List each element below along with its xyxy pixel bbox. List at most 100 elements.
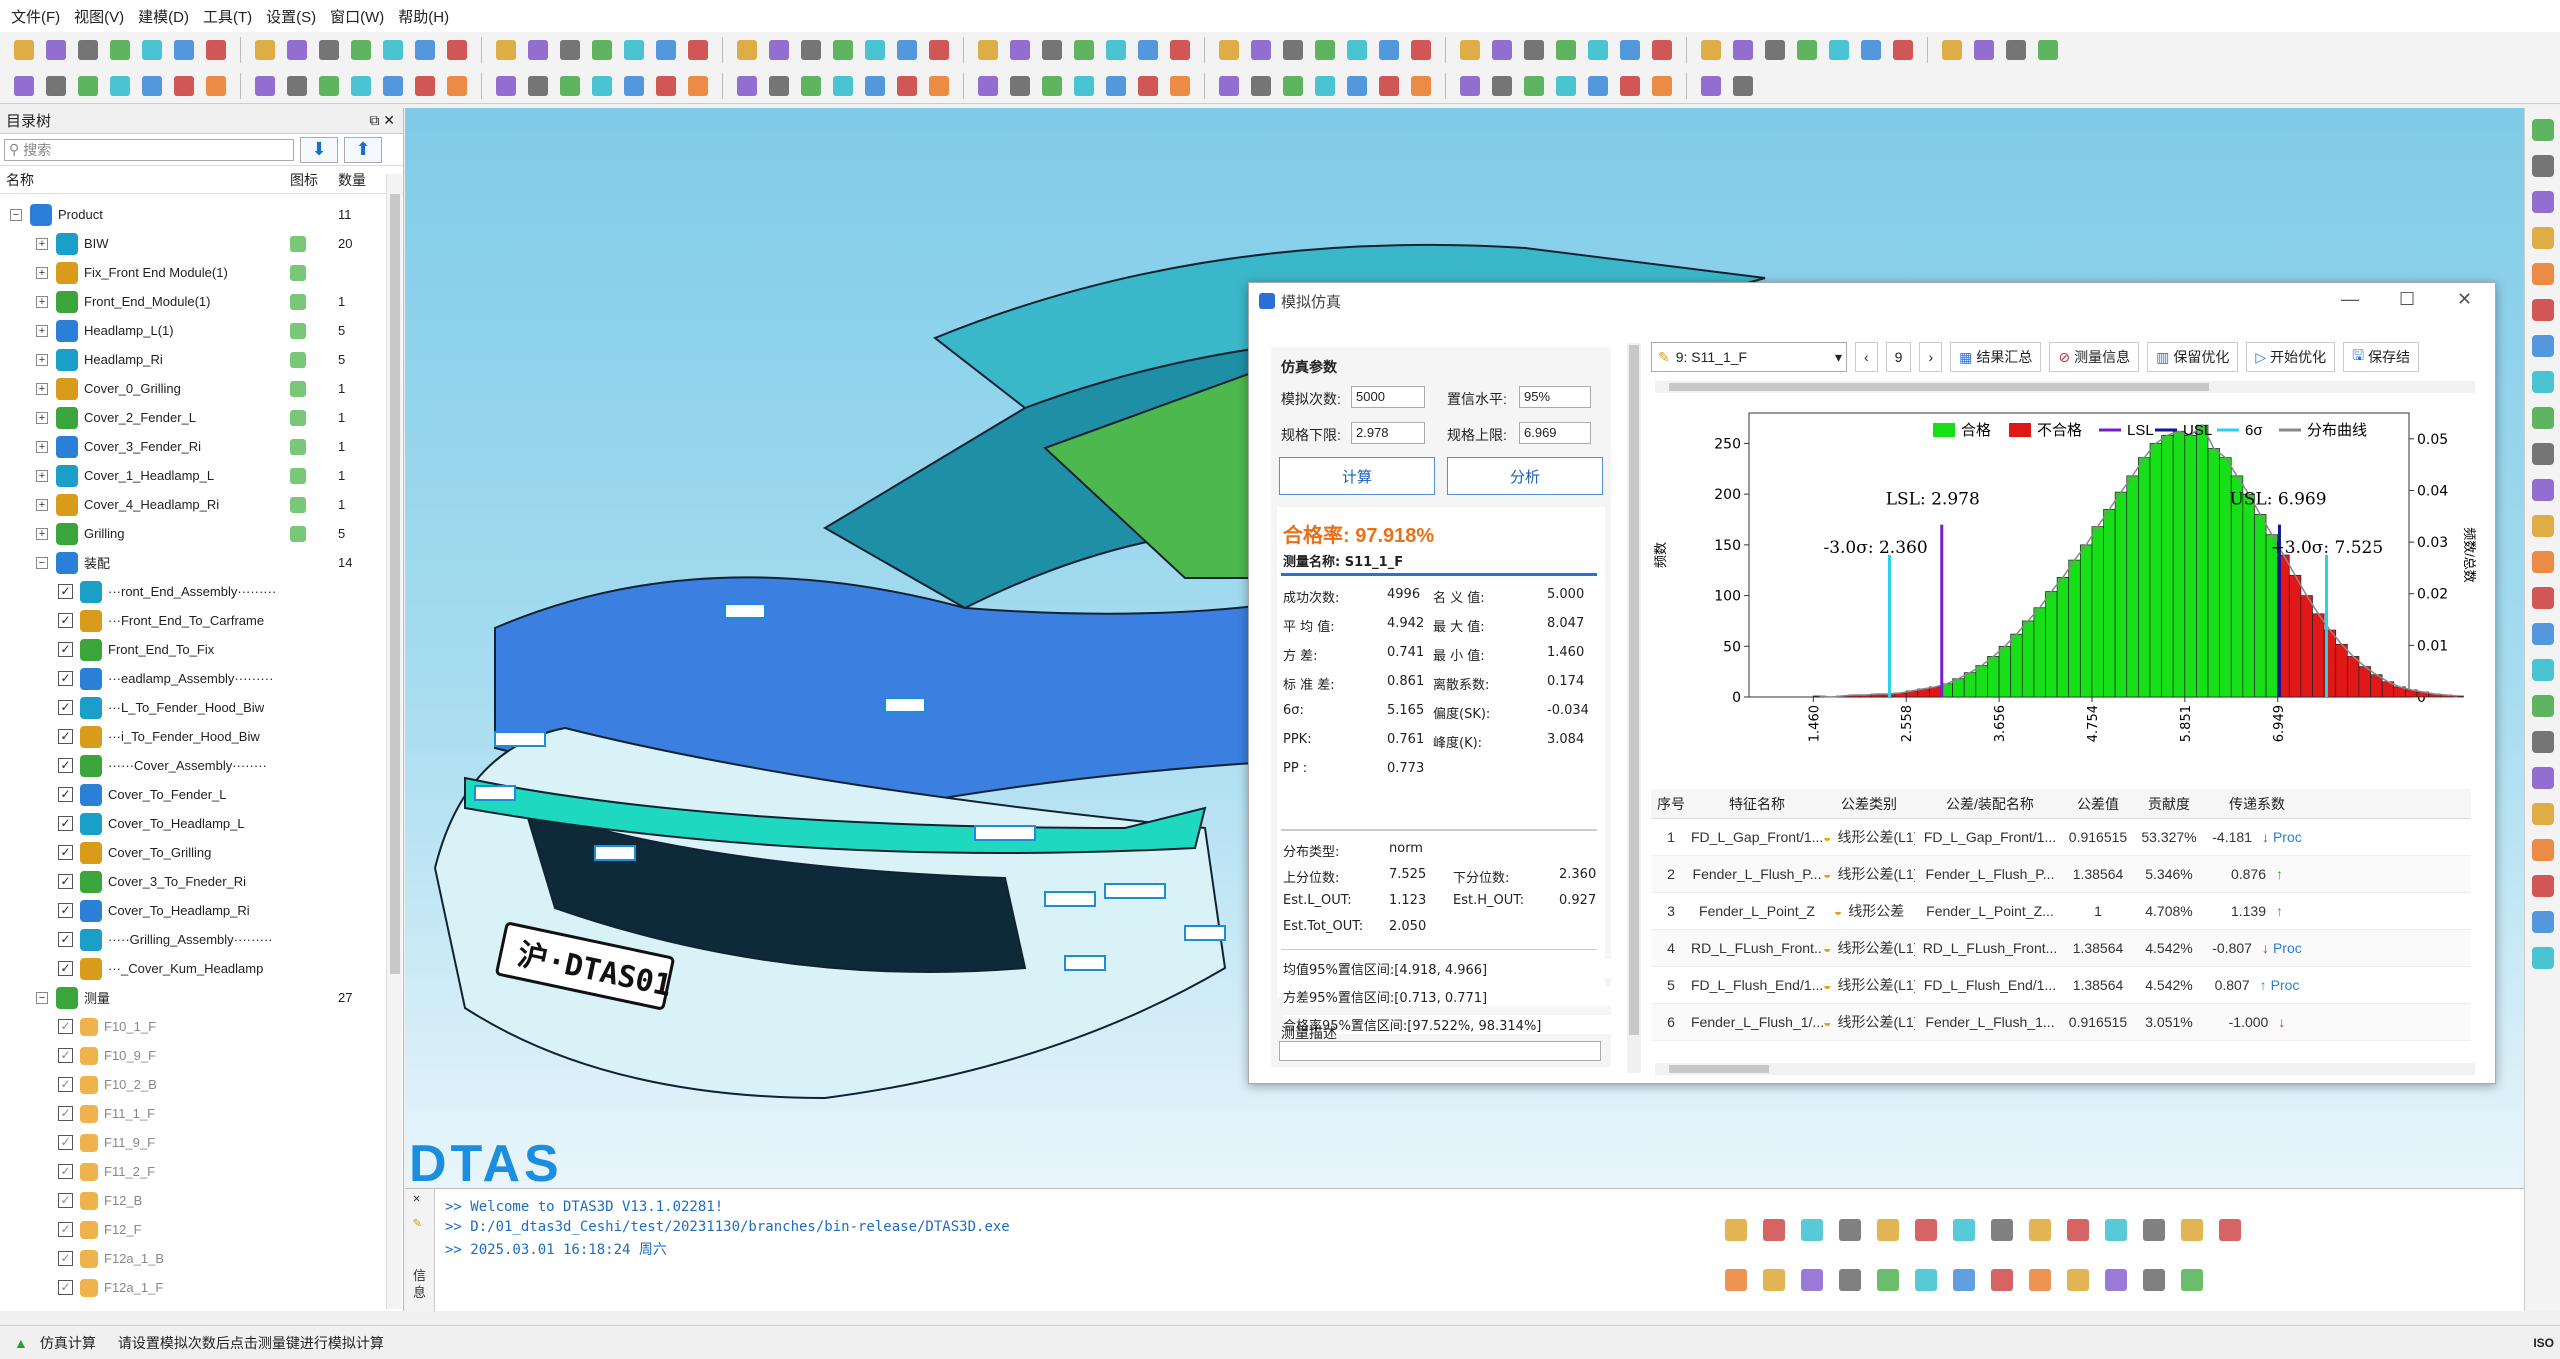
- toolbar-tool-icon[interactable]: [1729, 72, 1757, 100]
- view-tool-icon[interactable]: [1915, 1269, 1937, 1291]
- expand-toggle[interactable]: +: [36, 324, 48, 337]
- toolbar-tool-icon[interactable]: [1070, 36, 1098, 64]
- view-tool-icon[interactable]: [1725, 1269, 1747, 1291]
- table-header-cell[interactable]: 特征名称: [1691, 794, 1823, 814]
- toolbar-tool-icon[interactable]: [797, 72, 825, 100]
- toolbar-tool-icon[interactable]: [1616, 72, 1644, 100]
- toolbar-tool-icon[interactable]: [1938, 36, 1966, 64]
- tree-row[interactable]: + Cover_0_Grilling 1: [0, 374, 386, 403]
- side-tool-icon[interactable]: [2531, 263, 2554, 285]
- toolbar-tool-icon[interactable]: [524, 36, 552, 64]
- next-button[interactable]: ›: [1919, 342, 1943, 372]
- maximize-button[interactable]: ☐: [2399, 289, 2415, 310]
- toolbar-tool-icon[interactable]: [106, 72, 134, 100]
- view-tool-icon[interactable]: [1877, 1219, 1899, 1241]
- side-tool-icon[interactable]: [2531, 443, 2554, 465]
- prev-button[interactable]: ‹: [1855, 342, 1878, 372]
- toolbar-tool-icon[interactable]: [10, 72, 38, 100]
- toolbar-tool-icon[interactable]: [1134, 72, 1162, 100]
- toolbar-tool-icon[interactable]: [1648, 72, 1676, 100]
- toolbar-tool-icon[interactable]: [251, 36, 279, 64]
- sim-count-input[interactable]: 5000: [1351, 386, 1425, 408]
- tree-row[interactable]: + Cover_4_Headlamp_Ri 1: [0, 490, 386, 519]
- tree-row[interactable]: ✓ F12_B: [0, 1186, 386, 1215]
- tree-row[interactable]: + Cover_2_Fender_L 1: [0, 403, 386, 432]
- expand-toggle[interactable]: +: [36, 498, 48, 511]
- side-tool-icon[interactable]: [2531, 731, 2554, 753]
- analyze-button[interactable]: 分析: [1447, 457, 1603, 495]
- toolbar-tool-icon[interactable]: [556, 72, 584, 100]
- view-tool-icon[interactable]: [1877, 1269, 1899, 1291]
- toolbar-tool-icon[interactable]: [283, 72, 311, 100]
- tree-row[interactable]: ✓ F10_2_B: [0, 1070, 386, 1099]
- toolbar-tool-icon[interactable]: [1343, 72, 1371, 100]
- tree-row[interactable]: ✓ F10_9_F: [0, 1041, 386, 1070]
- view-tool-icon[interactable]: [2143, 1219, 2165, 1241]
- view-tool-icon[interactable]: [2219, 1219, 2241, 1241]
- toolbar-tool-icon[interactable]: [684, 36, 712, 64]
- tree-row[interactable]: ✓ Cover_To_Fender_L: [0, 780, 386, 809]
- checkbox[interactable]: ✓: [58, 1164, 73, 1179]
- toolbar-tool-icon[interactable]: [1279, 36, 1307, 64]
- tree-row[interactable]: ✓ ·····Grilling_Assembly·········: [0, 925, 386, 954]
- tree-row[interactable]: ✓ ···_Cover_Kum_Headlamp: [0, 954, 386, 983]
- menu-item-0[interactable]: 文件(F): [4, 6, 67, 27]
- usl-input[interactable]: 6.969: [1519, 422, 1591, 444]
- toolbar-tool-icon[interactable]: [1006, 72, 1034, 100]
- side-tool-icon[interactable]: [2531, 299, 2554, 321]
- toolbar-tool-icon[interactable]: [556, 36, 584, 64]
- checkbox[interactable]: ✓: [58, 1193, 73, 1208]
- expand-down-button[interactable]: ⬇: [300, 136, 338, 163]
- tree-row[interactable]: ✓ Front_End_To_Fix: [0, 635, 386, 664]
- toolbar-tool-icon[interactable]: [1520, 36, 1548, 64]
- toolbar-tool-icon[interactable]: [1247, 36, 1275, 64]
- checkbox[interactable]: ✓: [58, 1019, 73, 1034]
- toolbar-tool-icon[interactable]: [2002, 36, 2030, 64]
- view-tool-icon[interactable]: [1725, 1219, 1747, 1241]
- view-tool-icon[interactable]: [2181, 1269, 2203, 1291]
- toolbar-tool-icon[interactable]: [106, 36, 134, 64]
- toolbar-tool-icon[interactable]: [1407, 72, 1435, 100]
- toolbar-tool-icon[interactable]: [1488, 36, 1516, 64]
- tree-row[interactable]: − Product 11: [0, 200, 386, 229]
- menu-item-5[interactable]: 窗口(W): [323, 6, 391, 27]
- toolbar-tool-icon[interactable]: [861, 36, 889, 64]
- menu-item-6[interactable]: 帮助(H): [391, 6, 456, 27]
- menu-item-1[interactable]: 视图(V): [67, 6, 131, 27]
- side-tool-icon[interactable]: [2531, 335, 2554, 357]
- table-row[interactable]: 2 Fender_L_Flush_P... ◒ 线形公差(L1) Fender_L_Fl…: [1651, 856, 2471, 893]
- toolbar-tool-icon[interactable]: [42, 72, 70, 100]
- expand-toggle[interactable]: +: [36, 266, 48, 279]
- toolbar-tool-icon[interactable]: [42, 36, 70, 64]
- checkbox[interactable]: ✓: [58, 874, 73, 889]
- expand-toggle[interactable]: +: [36, 353, 48, 366]
- toolbar-tool-icon[interactable]: [1697, 72, 1725, 100]
- toolbar-tool-icon[interactable]: [1247, 72, 1275, 100]
- toolbar-tool-icon[interactable]: [684, 72, 712, 100]
- tree-row[interactable]: ✓ ······Cover_Assembly········: [0, 751, 386, 780]
- view-tool-icon[interactable]: [1953, 1219, 1975, 1241]
- h-scrollbar-bottom[interactable]: [1655, 1063, 2475, 1075]
- collapse-up-button[interactable]: ⬆: [344, 136, 382, 163]
- table-header-cell[interactable]: 公差/装配名称: [1915, 794, 2065, 814]
- toolbar-tool-icon[interactable]: [620, 72, 648, 100]
- menu-item-3[interactable]: 工具(T): [196, 6, 259, 27]
- desc-input[interactable]: [1279, 1041, 1601, 1061]
- tree-row[interactable]: ✓ ···i_To_Fender_Hood_Biw: [0, 722, 386, 751]
- expand-toggle[interactable]: −: [36, 556, 48, 569]
- checkbox[interactable]: ✓: [58, 671, 73, 686]
- expand-toggle[interactable]: +: [36, 295, 48, 308]
- toolbar-tool-icon[interactable]: [1729, 36, 1757, 64]
- conf-select[interactable]: 95%: [1519, 386, 1591, 408]
- toolbar-tool-icon[interactable]: [588, 72, 616, 100]
- toolbar-tool-icon[interactable]: [797, 36, 825, 64]
- side-tool-icon[interactable]: [2531, 803, 2554, 825]
- table-row[interactable]: 1 FD_L_Gap_Front/1... ◒ 线形公差(L1) FD_L_Gap_Fr…: [1651, 819, 2471, 856]
- view-tool-icon[interactable]: [2067, 1219, 2089, 1241]
- tree-row[interactable]: ✓ ···eadlamp_Assembly·········: [0, 664, 386, 693]
- toolbar-tool-icon[interactable]: [1038, 72, 1066, 100]
- toolbar-tool-icon[interactable]: [765, 36, 793, 64]
- toolbar-tool-icon[interactable]: [74, 36, 102, 64]
- toolbar-tool-icon[interactable]: [524, 72, 552, 100]
- toolbar-tool-icon[interactable]: [1889, 36, 1917, 64]
